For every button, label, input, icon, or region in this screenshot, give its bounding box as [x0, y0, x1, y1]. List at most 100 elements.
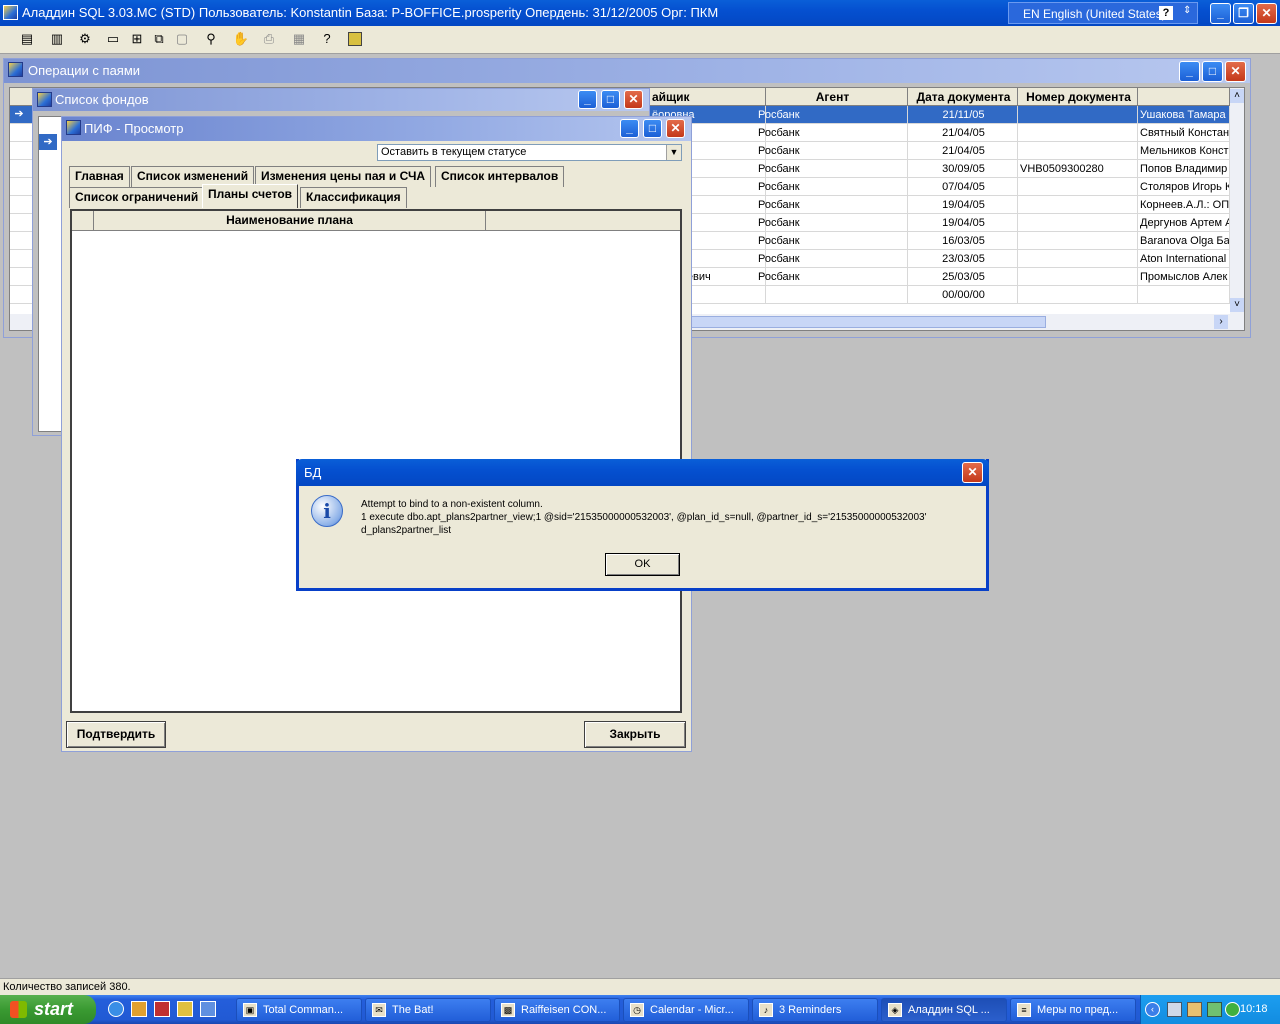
ops-column-header[interactable]: Агент — [756, 88, 908, 106]
scroll-right-arrow-icon[interactable]: › — [1214, 315, 1228, 329]
funds-window-title: Список фондов — [55, 92, 149, 107]
ops-close-button[interactable]: ✕ — [1225, 61, 1246, 82]
table-cell: Росбанк — [756, 232, 908, 250]
taskbar-item-total-commander[interactable]: ▣ Total Comman... — [236, 998, 362, 1022]
taskbar-item-calendar[interactable]: ◷ Calendar - Micr... — [623, 998, 749, 1022]
help-icon[interactable]: ? — [318, 30, 336, 48]
window-icon[interactable]: ▭ — [104, 30, 122, 48]
table-cell: Дергунов Артем А — [1138, 214, 1230, 232]
report-icon[interactable] — [348, 32, 362, 46]
ops-window-titlebar[interactable]: Операции с паями — [4, 59, 1250, 83]
tray-shield-icon[interactable] — [1225, 1002, 1240, 1017]
quicklaunch-icon[interactable] — [200, 1001, 216, 1017]
status-select[interactable]: Оставить в текущем статусе ▼ — [377, 144, 682, 161]
tray-clock-app-icon[interactable] — [1187, 1002, 1202, 1017]
scroll-up-arrow-icon[interactable]: ˄ — [1230, 89, 1244, 103]
table-cell: Росбанк — [756, 124, 908, 142]
table-cell — [1018, 268, 1138, 286]
tab-main[interactable]: Главная — [69, 166, 130, 187]
start-label: start — [34, 999, 74, 1019]
ops-maximize-button[interactable]: □ — [1202, 61, 1223, 82]
help-icon[interactable]: ? — [1159, 6, 1173, 20]
funds-window-titlebar[interactable]: Список фондов — [33, 89, 649, 111]
funds-close-button[interactable]: ✕ — [624, 90, 643, 109]
pif-minimize-button[interactable]: _ — [620, 119, 639, 138]
dialog-titlebar[interactable]: БД ✕ — [296, 459, 989, 486]
ops-column-header[interactable]: Дата документа — [908, 88, 1018, 106]
tray-expand-icon[interactable]: ‹ — [1145, 1002, 1160, 1017]
app-titlebar[interactable]: Аладдин SQL 3.03.MC (STD) Пользователь: … — [0, 0, 1280, 26]
chevron-down-icon[interactable]: ▼ — [666, 145, 681, 160]
database-icon[interactable]: ▥ — [48, 30, 66, 48]
app-icon — [3, 5, 18, 20]
taskbar-item-aladdin[interactable]: ◈ Аладдин SQL ... — [881, 998, 1007, 1022]
ok-button[interactable]: OK — [605, 553, 680, 576]
table-cell: 19/04/05 — [908, 196, 1018, 214]
dialog-message-2: 1 execute dbo.apt_plans2partner_view;1 @… — [361, 512, 927, 523]
tools-icon[interactable]: ⚙ — [76, 30, 94, 48]
close-button[interactable]: ✕ — [1256, 3, 1277, 24]
system-tray: ‹ 10:18 — [1140, 995, 1280, 1024]
table-cell: Baranova Olga Ба — [1138, 232, 1230, 250]
table-cell: 07/04/05 — [908, 178, 1018, 196]
pif-maximize-button[interactable]: □ — [643, 119, 662, 138]
ie-icon[interactable] — [108, 1001, 124, 1017]
funds-minimize-button[interactable]: _ — [578, 90, 597, 109]
minimize-button[interactable]: _ — [1210, 3, 1231, 24]
quicklaunch-icon[interactable] — [177, 1001, 193, 1017]
table-cell: Попов Владимир — [1138, 160, 1230, 178]
plans-grid-header: Наименование плана — [72, 211, 680, 231]
tray-app-icon[interactable] — [1207, 1002, 1222, 1017]
ops-minimize-button[interactable]: _ — [1179, 61, 1200, 82]
print-icon[interactable]: ⎙ — [260, 30, 278, 48]
list-icon[interactable]: ▤ — [18, 30, 36, 48]
plan-name-column-header[interactable]: Наименование плана — [94, 211, 486, 231]
tray-network-icon[interactable] — [1167, 1002, 1182, 1017]
tab-classification[interactable]: Классификация — [300, 187, 407, 208]
dialog-close-button[interactable]: ✕ — [962, 462, 983, 483]
pif-close-button[interactable]: ✕ — [666, 119, 685, 138]
quicklaunch-icon[interactable] — [154, 1001, 170, 1017]
ops-column-header[interactable] — [1138, 88, 1230, 106]
table-cell: 21/11/05 — [908, 106, 1018, 124]
table-cell: Росбанк — [756, 196, 908, 214]
close-pif-button[interactable]: Закрыть — [584, 721, 686, 748]
tab-intervals[interactable]: Список интервалов — [435, 166, 565, 187]
tile-icon[interactable]: ⊞ — [128, 30, 146, 48]
taskbar-item-label: Аладдин SQL ... — [908, 1004, 990, 1016]
table-cell — [756, 286, 908, 304]
tab-restrictions[interactable]: Список ограничений — [69, 187, 205, 208]
taskbar-item-document[interactable]: ≡ Меры по пред... — [1010, 998, 1136, 1022]
clock[interactable]: 10:18 — [1240, 1003, 1268, 1015]
taskbar-item-reminders[interactable]: ♪ 3 Reminders — [752, 998, 878, 1022]
ops-column-header[interactable]: айщик — [650, 88, 766, 106]
statusbar: Количество записей 380. — [0, 978, 1280, 995]
quicklaunch-icon[interactable] — [131, 1001, 147, 1017]
table-cell — [1018, 142, 1138, 160]
taskbar-item-the-bat[interactable]: ✉ The Bat! — [365, 998, 491, 1022]
tab-account-plans[interactable]: Планы счетов — [202, 184, 299, 208]
ops-hscroll-thumb[interactable] — [690, 316, 1046, 328]
start-button[interactable]: start — [0, 995, 96, 1024]
ops-column-header[interactable]: Номер документа — [1018, 88, 1138, 106]
scroll-down-arrow-icon[interactable]: ˅ — [1230, 298, 1244, 312]
cascade-icon[interactable]: ⧉ — [150, 30, 168, 48]
info-icon: i — [311, 495, 343, 527]
chevron-icon[interactable]: ⇕ — [1183, 5, 1191, 16]
confirm-button[interactable]: Подтвердить — [66, 721, 166, 748]
ops-window-title: Операции с паями — [28, 63, 141, 78]
find-icon[interactable]: ⚲ — [202, 30, 220, 48]
ops-vscroll[interactable] — [1230, 88, 1244, 314]
export-icon[interactable]: ▦ — [290, 30, 308, 48]
stop-icon[interactable]: ✋ — [232, 30, 250, 48]
arrange-icon[interactable]: ▢ — [173, 30, 191, 48]
taskbar-item-raiffeisen[interactable]: ▩ Raiffeisen CON... — [494, 998, 620, 1022]
windows-logo-icon — [10, 1001, 27, 1018]
restore-button[interactable]: ❐ — [1233, 3, 1254, 24]
pif-window-titlebar[interactable]: ПИФ - Просмотр — [62, 117, 691, 141]
funds-maximize-button[interactable]: □ — [601, 90, 620, 109]
taskbar-item-label: The Bat! — [392, 1004, 434, 1016]
table-cell: Промыслов Алек — [1138, 268, 1230, 286]
table-cell: 00/00/00 — [908, 286, 1018, 304]
language-bar[interactable]: EN English (United States) ? ⇕ — [1008, 2, 1198, 24]
